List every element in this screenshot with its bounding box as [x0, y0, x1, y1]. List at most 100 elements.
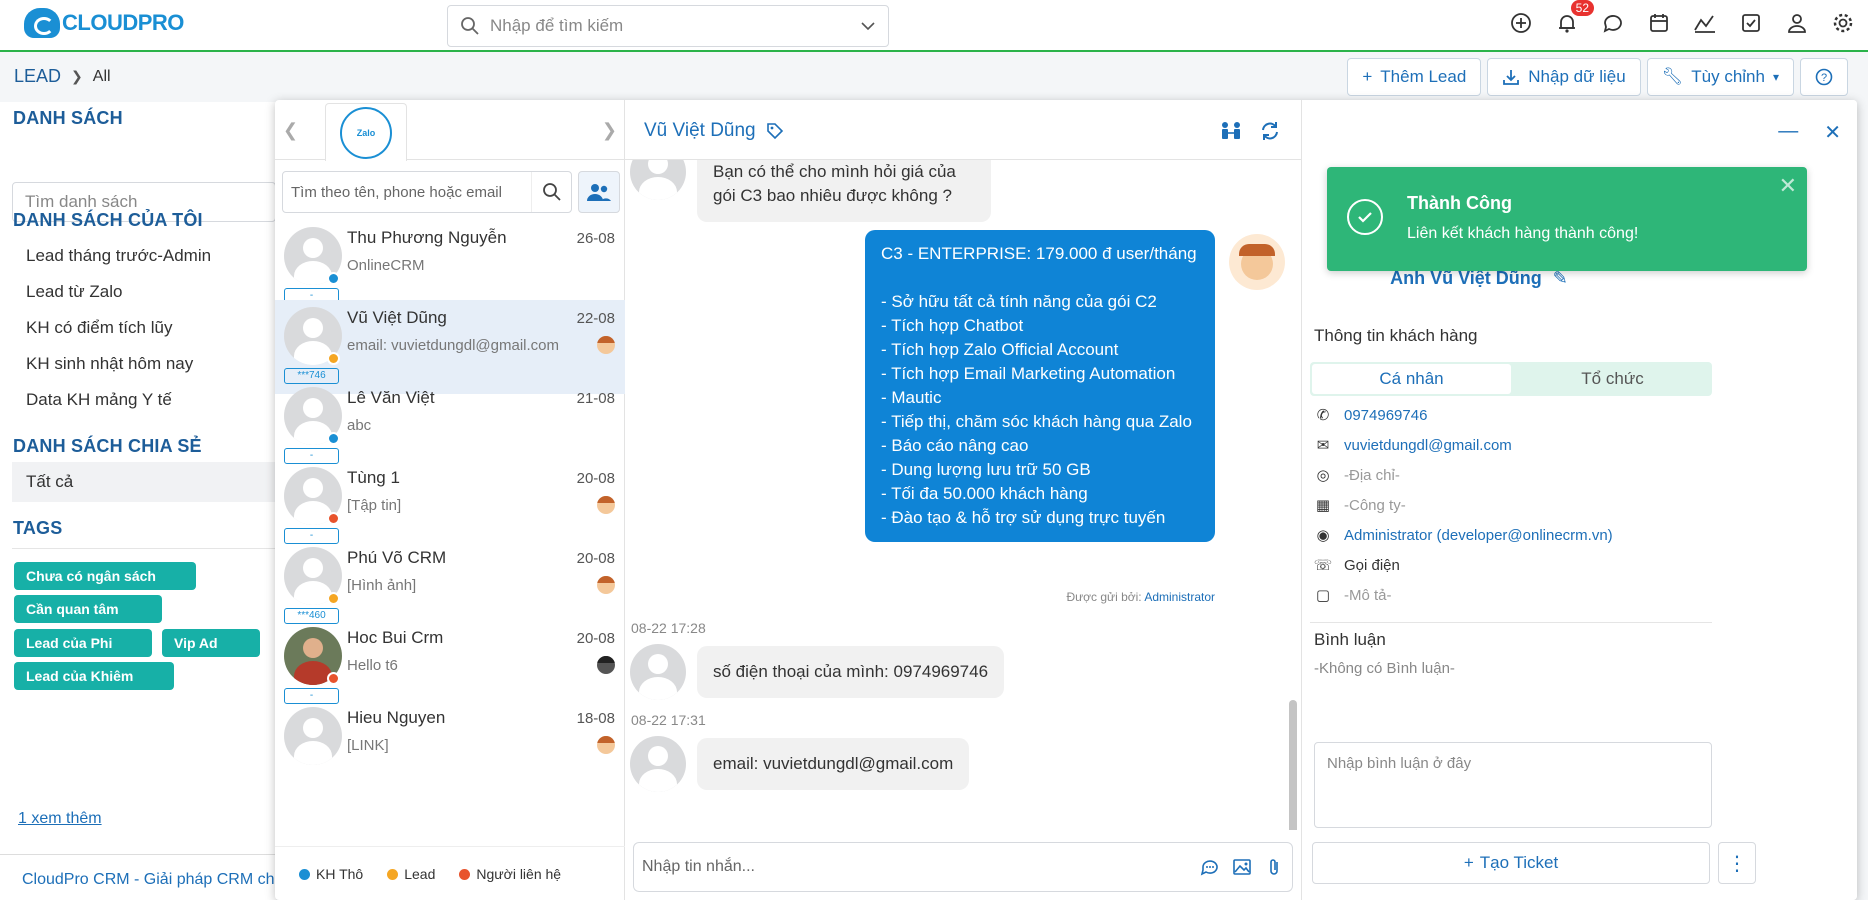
my-list-item[interactable]: KH sinh nhật hôm nay — [26, 354, 193, 374]
legend-item: Lead — [387, 866, 435, 882]
chevron-left-icon[interactable]: ❮ — [283, 120, 298, 141]
search-icon[interactable] — [531, 172, 571, 212]
conversation-search-input[interactable]: Tìm theo tên, phone hoặc email — [282, 171, 572, 213]
image-icon[interactable] — [1232, 857, 1252, 877]
user-circle-icon: ◉ — [1316, 527, 1330, 544]
chevron-down-icon[interactable] — [860, 18, 876, 34]
conversation-date: 22-08 — [576, 310, 615, 327]
message-input[interactable]: Nhập tin nhắn... — [633, 842, 1293, 892]
contact-avatar — [630, 160, 686, 200]
create-ticket-button[interactable]: + Tạo Ticket — [1312, 842, 1710, 884]
customer-phone-row: ✆ 0974969746 — [1314, 406, 1428, 425]
conversation-item[interactable]: Hieu Nguyen 18-08 [LINK] — [275, 700, 625, 794]
tag-icon[interactable] — [766, 122, 784, 140]
shared-list-item-all[interactable]: Tất cả — [12, 462, 276, 502]
customer-address-row: ◎ -Địa chỉ- — [1314, 466, 1400, 485]
my-list-item[interactable]: Lead từ Zalo — [26, 282, 122, 302]
edit-pencil-icon[interactable]: ✎ — [1553, 268, 1568, 288]
comment-input[interactable]: Nhập bình luận ở đây — [1314, 742, 1712, 828]
my-list-item[interactable]: KH có điểm tích lũy — [26, 318, 172, 338]
legend-label: Người liên hệ — [476, 865, 562, 882]
attachment-icon[interactable] — [1264, 857, 1284, 877]
conversation-date: 20-08 — [576, 630, 615, 647]
tag-chip[interactable]: Lead của Khiêm — [14, 662, 174, 690]
gear-icon[interactable] — [1830, 10, 1856, 36]
conversation-preview: OnlineCRM — [347, 257, 425, 274]
tag-chip[interactable]: Vip Ad — [162, 629, 260, 657]
conversation-date: 20-08 — [576, 550, 615, 567]
global-search-input[interactable]: Nhập để tìm kiếm — [447, 5, 889, 47]
more-options-icon[interactable]: ⋮ — [1718, 842, 1756, 884]
chevron-right-icon[interactable]: ❯ — [602, 120, 617, 141]
link-customer-icon[interactable] — [1219, 120, 1243, 142]
customer-owner-row: ◉ Administrator (developer@onlinecrm.vn) — [1314, 526, 1613, 545]
help-button[interactable]: ? — [1800, 58, 1848, 96]
message-list: Bạn có thể cho mình hỏi giá của gói C3 b… — [625, 160, 1301, 830]
conversation-name: Lê Văn Việt — [347, 388, 435, 407]
legend-label: KH Thô — [316, 865, 364, 882]
tab-personal[interactable]: Cá nhân — [1312, 364, 1511, 394]
status-dot — [327, 592, 340, 605]
analytics-icon[interactable] — [1692, 10, 1718, 36]
quick-reply-icon[interactable] — [1200, 857, 1220, 877]
customer-company-row: ▦ -Công ty- — [1314, 496, 1406, 515]
users-icon — [587, 184, 611, 201]
status-legend: KH Thô Lead Người liên hệ — [275, 846, 625, 900]
customer-address[interactable]: -Địa chỉ- — [1344, 467, 1400, 484]
my-list-item[interactable]: Lead tháng trước-Admin — [26, 246, 211, 266]
svg-text:?: ? — [1821, 72, 1827, 84]
user-profile-icon[interactable] — [1784, 10, 1810, 36]
status-dot — [327, 352, 340, 365]
zalo-oa-tab[interactable]: Zalo — [325, 103, 407, 161]
my-list-item[interactable]: Data KH mảng Y tế — [26, 390, 172, 410]
conversation-preview: abc — [347, 417, 372, 434]
conversation-name: Hieu Nguyen — [347, 708, 446, 727]
tag-chip[interactable]: Lead của Phi — [14, 629, 152, 657]
tag-chip[interactable]: Chưa có ngân sách — [14, 562, 196, 590]
scrollbar[interactable] — [1289, 700, 1297, 830]
calendar-icon[interactable] — [1646, 10, 1672, 36]
legend-label: Lead — [404, 865, 436, 882]
comment-placeholder: Nhập bình luận ở đây — [1327, 755, 1472, 772]
sent-by-user[interactable]: Administrator — [1144, 590, 1215, 604]
call-link[interactable]: Gọi điện — [1344, 557, 1400, 574]
task-checkbox-icon[interactable] — [1738, 10, 1764, 36]
customer-email[interactable]: vuvietdungdl@gmail.com — [1344, 437, 1512, 454]
customize-dropdown-button[interactable]: 🔧︎ Tùy chỉnh ▾ — [1646, 58, 1794, 96]
customer-company[interactable]: -Công ty- — [1344, 497, 1406, 514]
customer-phone[interactable]: 0974969746 — [1344, 407, 1427, 424]
customer-owner[interactable]: Administrator (developer@onlinecrm.vn) — [1344, 527, 1613, 544]
chat-icon[interactable] — [1600, 10, 1626, 36]
message-bubble-incoming: Bạn có thể cho mình hỏi giá của gói C3 b… — [697, 160, 991, 222]
minimize-icon[interactable]: — — [1778, 120, 1798, 145]
conversation-date: 20-08 — [576, 470, 615, 487]
building-icon: ▦ — [1315, 497, 1331, 514]
tab-organization[interactable]: Tổ chức — [1513, 362, 1712, 396]
avatar — [284, 707, 342, 765]
breadcrumb-module[interactable]: LEAD — [14, 66, 61, 87]
note-icon: ▢ — [1315, 587, 1331, 604]
import-data-button[interactable]: Nhập dữ liệu — [1487, 58, 1641, 96]
add-circle-icon[interactable] — [1508, 10, 1534, 36]
call-log-icon: ☏ — [1313, 557, 1333, 574]
refresh-icon[interactable] — [1259, 120, 1281, 142]
show-more-tags-link[interactable]: 1 xem thêm — [18, 810, 102, 828]
cloudpro-logo[interactable]: CLOUDPRO — [24, 8, 184, 38]
logo-text: CLOUDPRO — [62, 10, 184, 35]
add-lead-button[interactable]: + Thêm Lead — [1347, 58, 1482, 96]
conversation-date: 21-08 — [576, 390, 615, 407]
filter-users-button[interactable] — [578, 171, 620, 213]
customer-description[interactable]: -Mô tả- — [1344, 587, 1392, 604]
cloud-logo-icon — [24, 8, 60, 38]
bell-icon[interactable]: 52 — [1554, 0, 1594, 36]
oa-tabs: ❮ Zalo ❯ — [275, 100, 625, 161]
agent-avatar-icon — [597, 576, 615, 594]
close-icon[interactable]: ✕ — [1824, 120, 1841, 145]
conversation-preview: email: vuvietdungdl@gmail.com — [347, 337, 559, 354]
plus-icon: + — [1362, 67, 1373, 86]
close-icon[interactable]: ✕ — [1779, 173, 1797, 199]
tag-chip[interactable]: Cần quan tâm — [14, 595, 162, 623]
legend-dot — [299, 868, 310, 880]
conversation-search-placeholder: Tìm theo tên, phone hoặc email — [291, 183, 502, 201]
agent-avatar-icon — [597, 336, 615, 354]
